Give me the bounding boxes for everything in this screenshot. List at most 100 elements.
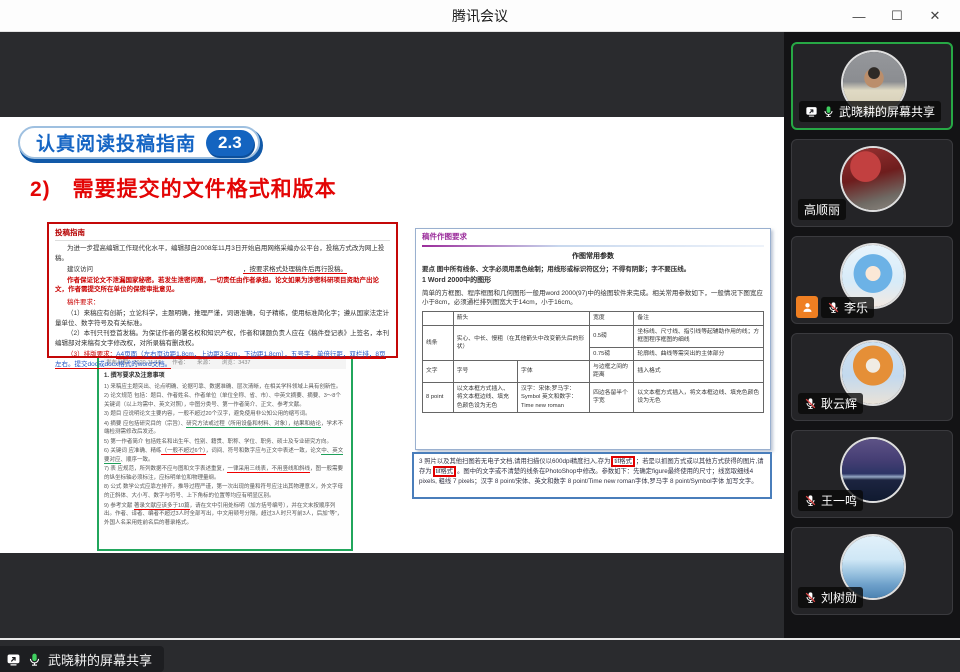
notes-item: 5) 第一作者简介 包括姓名和出生年、性别、籍贯、职称、学位、职务、硕士及专业研… [104,438,346,447]
slide-heading: 2) 需要提交的文件格式和版本 [30,173,337,203]
guide-requirements-label: 稿件要求： [55,298,390,308]
hand-raised-badge [796,296,818,318]
close-button[interactable]: ✕ [916,0,954,32]
figure-section-1: 1 Word 2000中的图形 [422,276,764,286]
redacted-blank [93,265,243,271]
slide-section-badge: 2.3 [206,130,254,156]
screen-share-icon [805,105,818,118]
figure-params-subtitle: 作图常用参数 [422,252,764,262]
notes-text-segment: 9) 参考文献 [104,503,134,509]
participant-label: 刘树勋 [798,587,863,608]
table-row: 箭头 宽度 备注 [423,312,764,325]
window-titlebar: 腾讯会议 — ☐ ✕ [0,0,960,32]
avatar [842,148,904,210]
participant-tile[interactable]: 耿云辉 [791,333,953,421]
guide-item: （1）来稿应有创新；立论科学，主题明确，推理严谨，词语准确，句子精练，使用标准简… [55,309,390,329]
guide-item: （3）排版要求：A4页面（左右页边距1.8cm，上边距3.5cm，下边距1.8c… [55,350,390,370]
notes-item: 2) 论文规范 包括：题目、作者姓名、作者单位（单位全称、省、市）、中英文摘要、… [104,392,346,409]
submission-guide-title: 投稿指南 [55,227,390,241]
table-cell: 0.75磅 [590,347,634,360]
table-row: 8 point 以文本框方式插入、将文本框边线、填充色颜色设为无色 汉字：宋体;… [423,382,764,412]
notes-text-segment: 4) 摘要 应包括研究目的（宗旨）、 [104,421,186,427]
table-cell: 实心、中长、慢粗（在其他箭头中改变箭头后的形状） [453,325,589,360]
notes-items: 1) 来稿应主题突出、论点明确、论据可靠、数据准确、层次清晰，在相关学科领域上具… [104,383,346,527]
participant-label: 高顺丽 [798,199,846,220]
person-icon [801,301,814,314]
mic-on-icon [822,105,835,118]
tif-format-highlight: tif格式 [433,466,457,477]
notes-text-segment: 研究方法或过程（所用设备和材料、对象），结果和结论 [186,421,321,428]
guide-paragraph: 为进一步提高编辑工作现代化水平，编辑部自2008年11月3日开始启用网络采编办公… [55,244,390,264]
screen-share-icon [6,652,21,667]
screen-share-stage: 认真阅读投稿指南 2.3 2) 需要提交的文件格式和版本 投稿指南 为进一步提高… [0,32,784,640]
participant-name: 高顺丽 [804,201,840,218]
figure-requirements-doc: 稿件作图要求 作图常用参数 要点 图中所有线条、文字必须用黑色绘制；用线形或标识… [415,228,771,450]
notes-text-segment: 著录文献应该多于10篇 [134,503,190,510]
tif-format-highlight: tif格式 [611,456,635,467]
table-row: 线条 实心、中长、慢粗（在其他箭头中改变箭头后的形状） 0.5磅 坐标线、尺寸线… [423,325,764,347]
participant-name: 李乐 [844,299,868,316]
photo-note-text: 3 照片以及其他扫图若无电子文档,请用扫描仪以600dpi精度扫入,存为 [419,458,610,465]
writing-notes-doc: 发布日期：2020-11-10 作者： 来源： 浏览：3437 1. 撰写要求及… [97,354,353,551]
table-cell: 轮廓线、曲线等需突出的主体部分 [634,347,764,360]
table-cell: 宽度 [590,312,634,325]
table-cell: 字号 [453,360,517,382]
table-cell: 以文本框方式插入、将文本框边线、填充色颜色设为无色 [453,382,517,412]
participant-name: 王一鸣 [821,492,857,509]
participant-tile[interactable]: 刘树勋 [791,527,953,615]
guide-text: 建议访问 [67,266,93,273]
presentation-slide: 认真阅读投稿指南 2.3 2) 需要提交的文件格式和版本 投稿指南 为进一步提高… [0,117,784,553]
notes-item: 1) 来稿应主题突出、论点明确、论据可靠、数据准确、层次清晰，在相关学科领域上具… [104,383,346,392]
maximize-button[interactable]: ☐ [878,0,916,32]
table-cell: 插入格式 [634,360,764,382]
participant-tile[interactable]: 武晓耕的屏幕共享 [791,42,953,130]
table-cell: 坐标线、尺寸线、指引线等起辅助作用的线；方框图程序框图的细线 [634,325,764,347]
guide-text: ，按要求格式处理稿件后再行投稿。 [243,266,347,274]
share-banner[interactable]: 武晓耕的屏幕共享 [0,646,164,672]
divider [422,245,764,247]
notes-item: 7) 表 应规范，所列数据不应与图和文字表述重复，一律采用三线表，不用竖线和斜线… [104,465,346,482]
mic-muted-icon [804,397,817,410]
table-cell: 备注 [634,312,764,325]
participant-label: 李乐 [796,296,874,318]
photo-note-text: 。图中的文字或不清楚的线条在PhotoShop中修改。参数如下：先确定figur… [419,468,758,485]
table-cell: 以文本框方式插入，将文本框边线、填充色颜色设为无色 [634,382,764,412]
participant-label: 王一鸣 [798,490,863,511]
participant-name: 刘树勋 [821,589,857,606]
notes-item: 3) 题目 应说明论文主要内容，一般不超过20个汉字，避免使用非公知公用的缩写词… [104,410,346,419]
table-cell: 箭头 [453,312,589,325]
notes-item: 4) 摘要 应包括研究目的（宗旨）、研究方法或过程（所用设备和材料、对象），结果… [104,420,346,437]
table-cell: 字体 [518,360,590,382]
participants-sidebar: 武晓耕的屏幕共享 高顺丽 [784,32,960,640]
participant-tile[interactable]: 李乐 [791,236,953,324]
slide-section-title: 认真阅读投稿指南 [36,129,196,156]
notes-text-segment: 1) 来稿应主题突出、论点明确、论据可靠、数据准确、层次清晰，在相关学科领域上具… [104,384,341,390]
table-cell: 8 point [423,382,454,412]
table-cell: 0.5磅 [590,325,634,347]
figure-keypoint: 要点 图中所有线条、文字必须用黑色绘制；用线形或标识符区分；不得有阴影；字不要压… [422,265,764,274]
table-cell: 四边各留半个字宽 [590,382,634,412]
notes-text-segment: ，词间、符号和数字应与正文中表述一致，论文 [206,448,322,454]
notes-heading: 1. 撰写要求及注意事项 [104,372,346,381]
slide-section-pill: 认真阅读投稿指南 2.3 [18,126,260,159]
submission-guide-doc: 投稿指南 为进一步提高编辑工作现代化水平，编辑部自2008年11月3日开始启用网… [47,222,398,358]
mic-muted-icon [804,494,817,507]
notes-item: 9) 参考文献 著录文献应该多于10篇，请在文中引用处标明（加方括号编号），并在… [104,502,346,528]
participant-name: 武晓耕的屏幕共享 [839,103,935,120]
participant-label: 耿云辉 [798,393,863,414]
notes-text-segment: 7) 表 应规范，所列数据不应与图和文字表述重复， [104,466,227,472]
participant-label: 武晓耕的屏幕共享 [799,101,941,122]
participant-name: 耿云辉 [821,395,857,412]
mic-muted-icon [804,591,817,604]
table-cell: 文字 [423,360,454,382]
minimize-button[interactable]: — [840,0,878,32]
notes-item: 8) 公式 数学公式应靠左排齐，推导过程严谨，第一次出现的量和符号应注出其物理意… [104,483,346,500]
participant-tile[interactable]: 王一鸣 [791,430,953,518]
notes-text-segment: 5) 第一作者简介 包括姓名和出生年、性别、籍贯、职称、学位、职务、硕士及专业研… [104,439,332,445]
participant-tile[interactable]: 高顺丽 [791,139,953,227]
notes-text-segment: 一律采用三线表，不用竖线和斜线 [227,466,310,473]
mic-on-icon [27,652,42,667]
notes-text-segment: 3) 题目 应说明论文主要内容，一般不超过20个汉字，避免使用非公知公用的缩写词… [104,411,311,417]
table-cell: 与边框之间的距离 [590,360,634,382]
figure-doc-title: 稿件作图要求 [422,232,764,245]
